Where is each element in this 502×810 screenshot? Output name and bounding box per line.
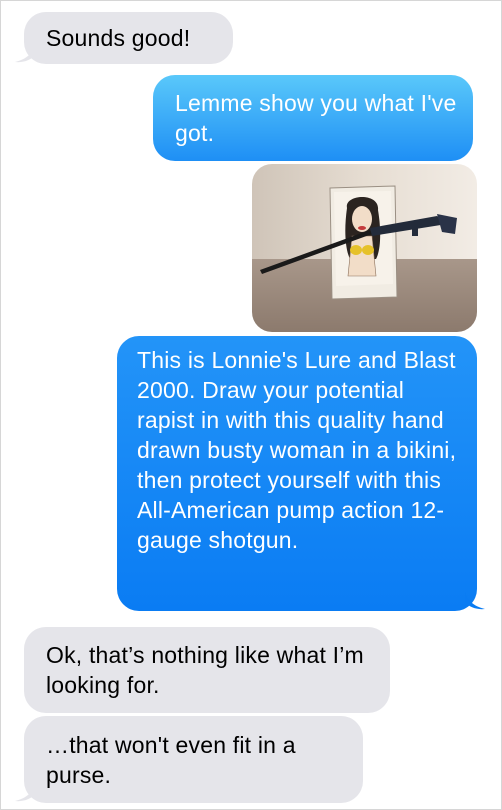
outgoing-message-bubble[interactable]: This is Lonnie's Lure and Blast 2000. Dr… xyxy=(117,336,477,611)
shotgun-target-photo xyxy=(252,164,477,332)
message-text: Ok, that’s nothing like what I’m looking… xyxy=(46,642,364,698)
message-text: This is Lonnie's Lure and Blast 2000. Dr… xyxy=(137,347,457,553)
outgoing-message-bubble[interactable]: Lemme show you what I've got. xyxy=(153,75,473,161)
message-text: Lemme show you what I've got. xyxy=(175,90,457,146)
outgoing-bubble-tail xyxy=(465,592,485,610)
image-message[interactable] xyxy=(252,164,477,332)
message-text: …that won't even fit in a purse. xyxy=(46,732,296,788)
message-thread: Sounds good! Lemme show you what I've go… xyxy=(0,0,502,810)
incoming-message-bubble[interactable]: …that won't even fit in a purse. xyxy=(24,716,363,803)
incoming-bubble-tail xyxy=(15,784,35,802)
incoming-message-bubble[interactable]: Sounds good! xyxy=(24,12,233,64)
incoming-bubble-tail xyxy=(15,45,35,63)
incoming-message-bubble[interactable]: Ok, that’s nothing like what I’m looking… xyxy=(24,627,390,713)
message-text: Sounds good! xyxy=(46,25,191,51)
